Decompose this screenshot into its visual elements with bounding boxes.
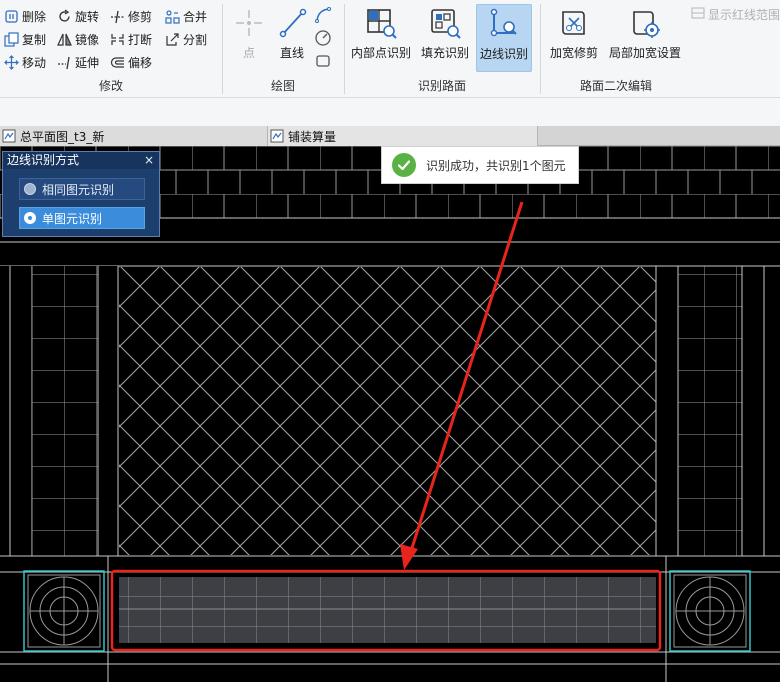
merge-icon xyxy=(165,9,180,24)
widen-trim-button[interactable]: 加宽修剪 xyxy=(545,4,603,72)
split-icon xyxy=(165,32,180,47)
copy-label: 复制 xyxy=(22,32,47,47)
modify-group: 删除 旋转 修剪 合并 复制 镜像 打断 分割 移动 延伸 偏移 修改 xyxy=(0,0,222,98)
mirror-button[interactable]: 镜像 xyxy=(57,29,99,49)
secondary-edit-group: 加宽修剪 局部加宽设置 路面二次编辑 xyxy=(541,0,691,98)
rotate-button[interactable]: 旋转 xyxy=(57,6,99,26)
arc-button[interactable] xyxy=(314,6,332,24)
point-icon xyxy=(232,6,266,40)
mirror-label: 镜像 xyxy=(75,32,100,47)
circle-icon xyxy=(315,30,331,46)
trim-button[interactable]: 修剪 xyxy=(110,6,152,26)
close-icon[interactable]: × xyxy=(144,152,154,169)
same-element-recognition-label: 相同图元识别 xyxy=(42,182,115,197)
redline-icon xyxy=(691,6,705,23)
line-icon xyxy=(275,6,309,40)
tab-site-plan[interactable]: 总平面图_t3_新 xyxy=(0,126,268,146)
single-element-recognition-option[interactable]: 单图元识别 xyxy=(19,207,145,229)
fill-recognize-icon xyxy=(428,6,462,40)
same-element-recognition-option[interactable]: 相同图元识别 xyxy=(19,178,145,200)
edge-recognize-button[interactable]: 边线识别 xyxy=(476,4,532,72)
merge-button[interactable]: 合并 xyxy=(165,6,207,26)
circle-button[interactable] xyxy=(314,29,332,47)
extend-icon xyxy=(57,55,72,70)
local-widen-settings-label: 局部加宽设置 xyxy=(608,46,681,60)
split-button[interactable]: 分割 xyxy=(165,29,207,49)
mirror-icon xyxy=(57,32,72,47)
copy-icon xyxy=(4,31,19,47)
tab-paving-quantity-label: 铺装算量 xyxy=(288,129,337,144)
ribbon-footer-band xyxy=(0,98,780,126)
offset-button[interactable]: 偏移 xyxy=(110,52,152,72)
widen-trim-icon xyxy=(557,6,591,40)
rectangle-icon xyxy=(316,55,330,67)
break-icon xyxy=(110,32,125,47)
inner-point-recognize-icon xyxy=(364,6,398,40)
fill-recognize-button[interactable]: 填充识别 xyxy=(415,4,475,72)
delete-label: 删除 xyxy=(22,9,47,24)
line-button[interactable]: 直线 xyxy=(267,4,317,72)
local-widen-settings-button[interactable]: 局部加宽设置 xyxy=(605,4,685,72)
local-widen-settings-icon xyxy=(628,6,662,40)
offset-label: 偏移 xyxy=(128,55,153,70)
recognized-paving-strip[interactable] xyxy=(119,577,656,643)
delete-button[interactable]: 删除 xyxy=(4,6,46,26)
draw-group: 点 直线 绘图 xyxy=(223,0,343,98)
panel-title-text: 边线识别方式 xyxy=(7,153,80,167)
edge-recognize-icon xyxy=(487,7,521,41)
delete-icon xyxy=(4,9,19,24)
toast-message: 识别成功，共识别1个图元 xyxy=(426,158,566,173)
tab-paving-quantity[interactable]: 铺装算量 xyxy=(268,126,538,146)
copy-button[interactable]: 复制 xyxy=(4,29,46,49)
inner-point-recognize-button[interactable]: 内部点识别 xyxy=(349,4,413,72)
offset-icon xyxy=(110,55,125,70)
move-button[interactable]: 移动 xyxy=(4,52,46,72)
edge-recognition-mode-panel: 边线识别方式 × 相同图元识别 单图元识别 xyxy=(2,151,160,237)
drain-grate-right xyxy=(669,570,751,652)
modify-group-label: 修改 xyxy=(98,79,123,93)
merge-label: 合并 xyxy=(183,9,208,24)
radio-selected-icon xyxy=(24,212,36,224)
break-button[interactable]: 打断 xyxy=(110,29,152,49)
drawing-file-icon xyxy=(270,129,284,143)
drawing-file-icon xyxy=(2,129,16,143)
move-label: 移动 xyxy=(22,55,47,70)
secondary-edit-group-label: 路面二次编辑 xyxy=(579,79,652,93)
trim-label: 修剪 xyxy=(128,9,153,24)
trim-icon xyxy=(110,9,125,24)
extend-button[interactable]: 延伸 xyxy=(57,52,99,72)
success-check-icon xyxy=(392,153,416,177)
fill-recognize-label: 填充识别 xyxy=(420,46,469,60)
recognize-group: 内部点识别 填充识别 边线识别 识别路面 xyxy=(345,0,539,98)
radio-icon xyxy=(24,183,36,195)
show-redline-toggle[interactable]: 显示红线范围 xyxy=(691,6,780,23)
recognize-group-label: 识别路面 xyxy=(417,79,466,93)
drain-grate-left xyxy=(23,570,105,652)
point-button[interactable]: 点 xyxy=(225,4,273,72)
tab-site-plan-label: 总平面图_t3_新 xyxy=(20,129,105,144)
ribbon: 删除 旋转 修剪 合并 复制 镜像 打断 分割 移动 延伸 偏移 修改 点 直线… xyxy=(0,0,780,98)
edge-recognize-label: 边线识别 xyxy=(479,47,528,61)
document-tabs: 总平面图_t3_新 铺装算量 xyxy=(0,126,780,146)
inner-point-recognize-label: 内部点识别 xyxy=(350,46,411,60)
success-toast: 识别成功，共识别1个图元 xyxy=(381,146,579,184)
rotate-label: 旋转 xyxy=(75,9,100,24)
single-element-recognition-label: 单图元识别 xyxy=(42,211,103,226)
widen-trim-label: 加宽修剪 xyxy=(549,46,598,60)
show-redline-label: 显示红线范围 xyxy=(707,8,780,22)
line-label: 直线 xyxy=(279,46,304,60)
draw-group-label: 绘图 xyxy=(270,79,295,93)
rectangle-button[interactable] xyxy=(314,52,332,70)
arc-icon xyxy=(315,7,331,23)
panel-title: 边线识别方式 × xyxy=(3,152,159,169)
extend-label: 延伸 xyxy=(75,55,100,70)
move-icon xyxy=(4,54,19,70)
rotate-icon xyxy=(57,8,72,24)
split-label: 分割 xyxy=(183,32,208,47)
break-label: 打断 xyxy=(128,32,153,47)
point-label: 点 xyxy=(242,46,255,60)
